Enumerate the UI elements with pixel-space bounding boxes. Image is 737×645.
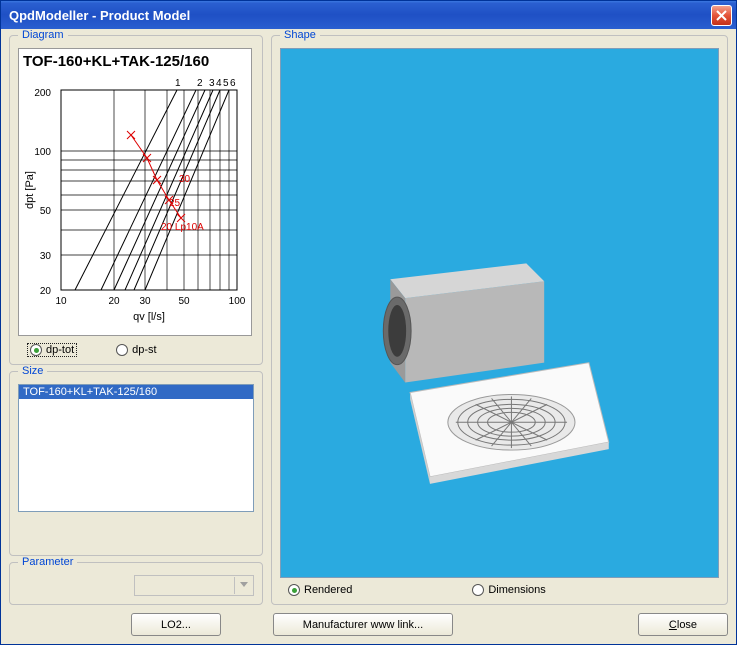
titlebar: QpdModeller - Product Model: [1, 1, 736, 29]
app-window: QpdModeller - Product Model Diagram TOF-…: [0, 0, 737, 645]
lo2-button[interactable]: LO2...: [131, 613, 221, 636]
radio-rendered-label: Rendered: [304, 584, 352, 596]
diagram-group-label: Diagram: [18, 29, 68, 41]
shape-viewport[interactable]: [280, 48, 719, 578]
svg-text:3: 3: [209, 78, 215, 89]
svg-text:6: 6: [230, 78, 236, 89]
svg-text:50: 50: [40, 206, 52, 217]
shape-group: Shape: [271, 35, 728, 605]
chevron-down-icon: [240, 582, 248, 587]
svg-text:20: 20: [108, 296, 120, 307]
svg-text:1: 1: [175, 78, 181, 89]
svg-text:100: 100: [229, 296, 246, 307]
svg-text:50: 50: [178, 296, 190, 307]
window-title: QpdModeller - Product Model: [9, 8, 711, 23]
radio-dp-st-label: dp-st: [132, 344, 156, 356]
radio-dimensions-label: Dimensions: [488, 584, 545, 596]
chart-title: TOF-160+KL+TAK-125/160: [23, 53, 247, 70]
size-group: Size TOF-160+KL+TAK-125/160: [9, 371, 263, 556]
content-area: Diagram TOF-160+KL+TAK-125/160: [1, 29, 736, 644]
radio-dp-tot-label: dp-tot: [46, 344, 74, 356]
parameter-combo[interactable]: [134, 575, 254, 596]
parameter-group: Parameter: [9, 562, 263, 605]
svg-text:30: 30: [40, 251, 52, 262]
parameter-group-label: Parameter: [18, 556, 77, 568]
svg-text:2: 2: [197, 78, 203, 89]
svg-text:4: 4: [216, 78, 222, 89]
radio-dot-icon: [30, 344, 42, 356]
radio-dot-icon: [288, 584, 300, 596]
radio-dp-st[interactable]: dp-st: [116, 344, 156, 356]
svg-text:200: 200: [34, 88, 51, 99]
shape-group-label: Shape: [280, 29, 320, 41]
svg-text:30: 30: [179, 174, 191, 185]
button-row: LO2... Manufacturer www link... Close: [9, 613, 728, 636]
radio-rendered[interactable]: Rendered: [288, 584, 352, 596]
chart-svg: 30 25 20 Lp10A 1 2 3 4 5 6: [23, 70, 249, 328]
diagram-group: Diagram TOF-160+KL+TAK-125/160: [9, 35, 263, 365]
svg-text:10: 10: [55, 296, 67, 307]
svg-text:20 Lp10A: 20 Lp10A: [161, 222, 204, 233]
list-item[interactable]: TOF-160+KL+TAK-125/160: [19, 385, 253, 399]
close-button[interactable]: Close: [638, 613, 728, 636]
radio-dimensions[interactable]: Dimensions: [472, 584, 545, 596]
svg-text:100: 100: [34, 147, 51, 158]
svg-text:20: 20: [40, 286, 52, 297]
radio-dot-icon: [472, 584, 484, 596]
svg-text:5: 5: [223, 78, 229, 89]
radio-dp-tot[interactable]: dp-tot: [28, 344, 76, 356]
size-listbox[interactable]: TOF-160+KL+TAK-125/160: [18, 384, 254, 512]
size-group-label: Size: [18, 365, 47, 377]
close-icon[interactable]: [711, 5, 732, 26]
svg-text:30: 30: [139, 296, 151, 307]
chart-ylabel: dpt [Pa]: [24, 171, 36, 209]
chart: TOF-160+KL+TAK-125/160: [18, 48, 252, 336]
svg-text:25: 25: [169, 198, 181, 209]
manufacturer-link-button[interactable]: Manufacturer www link...: [273, 613, 453, 636]
radio-dot-icon: [116, 344, 128, 356]
product-3d-illustration: [281, 49, 718, 577]
chart-xlabel: qv [l/s]: [133, 311, 165, 323]
